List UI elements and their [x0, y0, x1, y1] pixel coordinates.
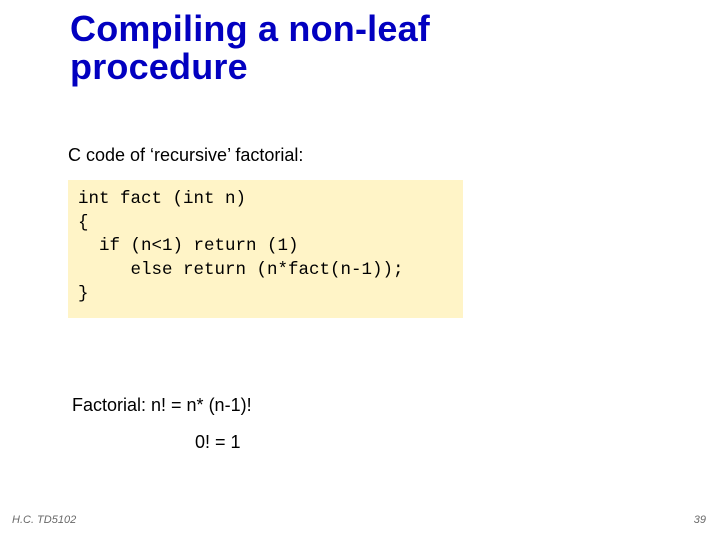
page-number: 39	[694, 514, 706, 526]
factorial-definition: Factorial: n! = n* (n-1)!	[72, 395, 252, 416]
title-line-2: procedure	[70, 46, 248, 87]
code-block: int fact (int n) { if (n<1) return (1) e…	[68, 180, 463, 318]
subtitle: C code of ‘recursive’ factorial:	[68, 145, 303, 166]
slide-title: Compiling a non-leaf procedure	[70, 10, 430, 86]
footer-course-code: H.C. TD5102	[12, 514, 76, 526]
title-line-1: Compiling a non-leaf	[70, 8, 430, 49]
factorial-base-case: 0! = 1	[195, 432, 241, 453]
